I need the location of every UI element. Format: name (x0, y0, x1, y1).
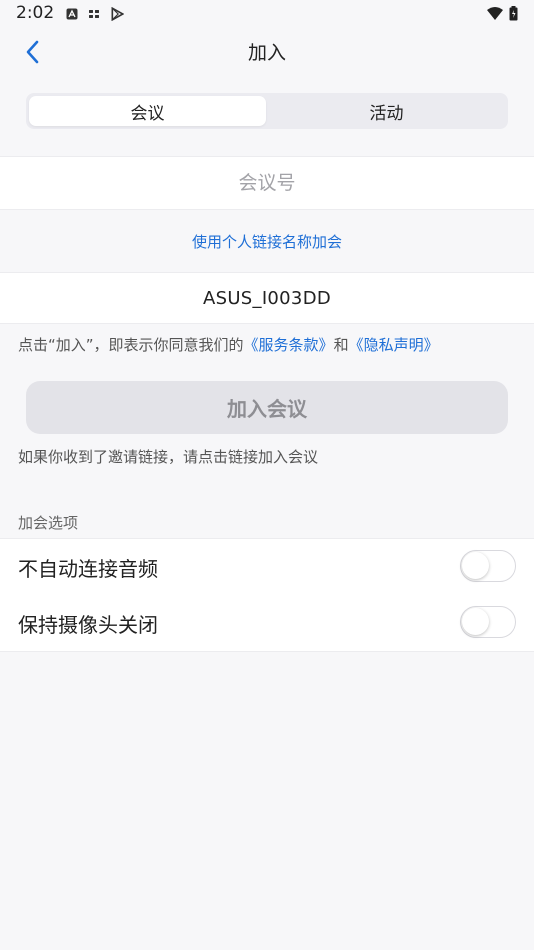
meeting-id-input[interactable] (0, 156, 534, 210)
no-auto-audio-toggle[interactable] (460, 550, 516, 582)
page-title: 加入 (247, 42, 286, 64)
navigation-bar: 加入 (0, 28, 534, 76)
play-store-icon (111, 7, 124, 21)
personal-link-row: 使用个人链接名称加会 (0, 210, 534, 272)
app-notification-icon (66, 8, 78, 20)
terms-notice: 点击“加入”，即表示你同意我们的《服务条款》和《隐私声明》 (18, 334, 439, 355)
status-system-icons (487, 6, 518, 21)
join-type-segmented-control: 会议 活动 (26, 93, 508, 129)
option-label-no-auto-audio: 不自动连接音频 (18, 557, 158, 581)
status-time: 2:02 (16, 3, 55, 23)
toggle-knob (462, 552, 489, 579)
toggle-knob (462, 608, 489, 635)
grid-notification-icon (89, 10, 99, 18)
tab-event[interactable]: 活动 (268, 96, 505, 126)
join-meeting-button[interactable]: 加入会议 (26, 381, 508, 434)
personal-link-name-link[interactable]: 使用个人链接名称加会 (192, 231, 342, 252)
status-bar: 2:02 (0, 0, 534, 28)
terms-and: 和 (333, 336, 349, 354)
display-name-value: ASUS_I003DD (202, 287, 332, 309)
meeting-id-field (0, 156, 534, 210)
join-options-title: 加会选项 (18, 514, 79, 532)
terms-of-service-link[interactable]: 《服务条款》 (244, 336, 334, 354)
battery-icon (509, 6, 518, 21)
option-label-keep-camera-off: 保持摄像头关闭 (18, 613, 158, 637)
status-notification-icons (66, 7, 124, 21)
option-row-keep-camera-off: 保持摄像头关闭 (0, 595, 534, 652)
terms-prefix: 点击“加入”，即表示你同意我们的 (18, 336, 244, 354)
keep-camera-off-toggle[interactable] (460, 606, 516, 638)
option-row-no-auto-audio: 不自动连接音频 (0, 538, 534, 596)
wifi-icon (487, 6, 503, 20)
tab-meeting[interactable]: 会议 (29, 96, 266, 126)
invite-link-hint: 如果你收到了邀请链接，请点击链接加入会议 (18, 448, 319, 466)
display-name-field[interactable]: ASUS_I003DD (0, 272, 534, 324)
privacy-statement-link[interactable]: 《隐私声明》 (349, 336, 439, 354)
